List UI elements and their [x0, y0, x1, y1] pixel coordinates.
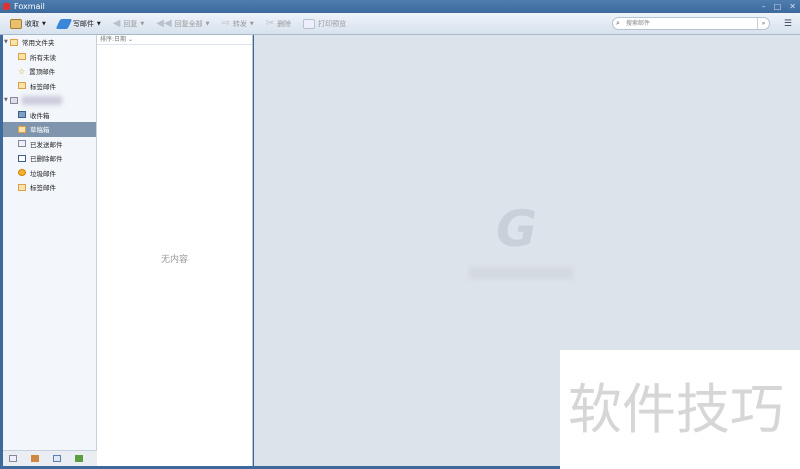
folder-label: 收件箱 — [30, 111, 50, 120]
inbox-icon — [18, 111, 26, 119]
watermark-overlay: 软件技巧 — [560, 350, 800, 469]
menu-icon[interactable]: ☰ — [784, 19, 792, 29]
folder-label: 置顶邮件 — [29, 68, 56, 77]
folder-label: 已发送邮件 — [30, 140, 63, 149]
folder-label: 常用文件夹 — [22, 39, 55, 48]
star-icon: ☆ — [18, 66, 26, 76]
trash-icon — [18, 154, 26, 162]
chevron-down-icon[interactable]: ▼ — [97, 21, 101, 27]
window-title: Foxmail — [14, 2, 45, 11]
reply-all-button[interactable]: ◀◀ 回复全部 ▼ — [156, 18, 209, 29]
folder-pinned[interactable]: ☆ 置顶邮件 — [3, 64, 96, 79]
contacts-icon[interactable] — [31, 455, 39, 462]
printer-icon — [303, 18, 316, 29]
mail-icon[interactable] — [9, 455, 17, 462]
print-preview-button[interactable]: 打印预览 — [303, 18, 347, 29]
folder-deleted[interactable]: 已删除邮件 — [3, 151, 96, 166]
reply-all-label: 回复全部 — [174, 19, 203, 28]
junk-icon — [18, 169, 26, 177]
calendar-icon[interactable] — [53, 455, 61, 462]
empty-message: 无内容 — [160, 255, 188, 265]
folder-icon — [18, 53, 26, 61]
reply-all-icon: ◀◀ — [156, 18, 172, 29]
sort-dropdown[interactable]: 排序:日期 ⌄ — [97, 35, 252, 45]
search-placeholder: 搜索邮件 — [626, 20, 651, 27]
folder-label: 所有未读 — [30, 53, 56, 62]
forward-icon: ⇨ — [221, 18, 230, 29]
forward-button[interactable]: ⇨ 转发 ▼ — [222, 18, 254, 29]
chevron-down-icon[interactable]: ▼ — [250, 21, 254, 27]
folder-label: 标签邮件 — [30, 82, 56, 91]
close-button[interactable]: ✕ — [789, 0, 796, 13]
receive-label: 收取 — [25, 19, 39, 28]
folder-common[interactable]: ▼ 常用文件夹 — [3, 35, 96, 50]
folder-sidebar: ▼ 常用文件夹 所有未读 ☆ 置顶邮件 标签邮件 ▼ 收件箱 草稿箱 已发送邮件 已… — [3, 35, 97, 466]
folder-icon — [10, 38, 18, 46]
sent-icon — [18, 140, 26, 148]
account[interactable]: ▼ — [3, 93, 96, 108]
tag-icon — [18, 183, 26, 191]
title-bar: Foxmail – □ ✕ — [0, 0, 800, 13]
maximize-button[interactable]: □ — [774, 0, 782, 13]
drafts-icon — [18, 125, 26, 133]
tag-icon — [18, 82, 26, 90]
receive-button[interactable]: 收取 ▼ — [10, 18, 46, 29]
folder-drafts[interactable]: 草稿箱 — [3, 122, 96, 137]
reply-label: 回复 — [123, 19, 138, 28]
feather-pen-icon — [55, 18, 73, 29]
search-icon: ⌕ — [616, 19, 620, 27]
delete-icon: ✂ — [265, 18, 275, 29]
blurred-caption — [469, 267, 573, 279]
account-name-blurred — [22, 95, 62, 105]
minimize-button[interactable]: – — [762, 0, 766, 13]
foxmail-logo-icon — [3, 3, 10, 10]
folder-sent[interactable]: 已发送邮件 — [3, 137, 96, 152]
foxmail-watermark-logo-icon: G — [496, 200, 538, 258]
print-preview-label: 打印预览 — [318, 19, 347, 28]
chevron-down-icon[interactable]: ▼ — [140, 21, 144, 27]
reply-icon: ◀ — [112, 18, 121, 29]
sort-label: 排序:日期 — [100, 36, 127, 43]
account-icon — [10, 96, 18, 104]
message-list: 排序:日期 ⌄ 无内容 — [97, 35, 253, 466]
toolbar: 收取 ▼ 写邮件 ▼ ◀ 回复 ▼ ◀◀ 回复全部 ▼ ⇨ 转发 ▼ ✂ 删除 打印预览 ⌕ 搜索邮… — [0, 13, 800, 35]
search-options-icon[interactable]: » — [757, 18, 769, 29]
folder-label: 草稿箱 — [30, 126, 50, 135]
folder-tagged-account[interactable]: 标签邮件 — [3, 180, 96, 195]
folder-label: 垃圾邮件 — [30, 169, 56, 178]
inbox-icon — [10, 18, 22, 29]
delete-label: 删除 — [277, 19, 292, 28]
chevron-down-icon: ⌄ — [127, 36, 133, 43]
folder-junk[interactable]: 垃圾邮件 — [3, 166, 96, 181]
compose-label: 写邮件 — [72, 19, 94, 28]
notes-icon[interactable] — [75, 455, 83, 462]
reply-button[interactable]: ◀ 回复 ▼ — [113, 18, 145, 29]
folder-inbox[interactable]: 收件箱 — [3, 108, 96, 123]
search-input[interactable]: ⌕ 搜索邮件 » — [612, 17, 770, 30]
folder-label: 标签邮件 — [30, 184, 56, 193]
delete-button[interactable]: ✂ 删除 — [266, 18, 291, 29]
folder-tagged[interactable]: 标签邮件 — [3, 79, 96, 94]
compose-button[interactable]: 写邮件 ▼ — [55, 18, 101, 29]
sidebar-bottom-bar — [3, 450, 97, 466]
chevron-down-icon[interactable]: ▼ — [206, 21, 210, 27]
forward-label: 转发 — [232, 19, 247, 28]
folder-label: 已删除邮件 — [30, 155, 63, 164]
chevron-down-icon[interactable]: ▼ — [42, 21, 46, 27]
folder-all-unread[interactable]: 所有未读 — [3, 50, 96, 65]
